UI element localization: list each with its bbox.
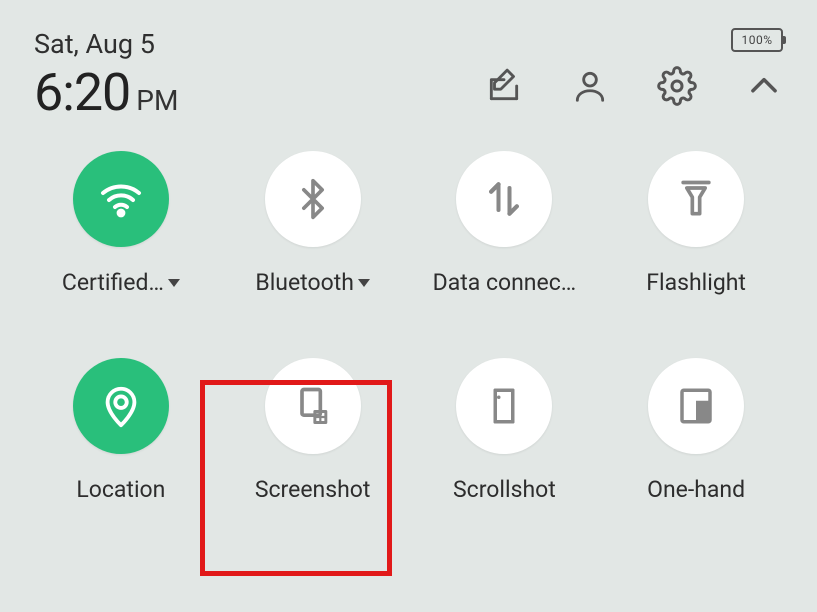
tile-screenshot[interactable]: Screenshot: [226, 358, 400, 503]
time-text: 6:20: [34, 62, 130, 123]
battery-indicator: 100%: [731, 28, 783, 52]
datetime-block: Sat, Aug 5 6:20 PM: [34, 28, 178, 123]
scrollshot-icon[interactable]: [456, 358, 552, 454]
date-text: Sat, Aug 5: [34, 28, 178, 60]
header-action-icons: [485, 66, 783, 106]
tile-onehand[interactable]: One-hand: [609, 358, 783, 503]
screenshot-icon[interactable]: [265, 358, 361, 454]
quick-settings-grid: Certified… Bluetooth Data connec…: [34, 151, 783, 503]
notification-header: Sat, Aug 5 6:20 PM: [34, 28, 783, 123]
ampm-text: PM: [136, 84, 178, 117]
tile-bluetooth-label: Bluetooth: [255, 269, 354, 296]
location-icon[interactable]: [73, 358, 169, 454]
tile-data-label: Data connec…: [433, 269, 577, 296]
tile-wifi-label: Certified…: [62, 269, 164, 296]
time-row: 6:20 PM: [34, 62, 178, 123]
tile-scrollshot-label: Scrollshot: [453, 476, 556, 503]
tile-location-label: Location: [76, 476, 165, 503]
tile-wifi[interactable]: Certified…: [34, 151, 208, 296]
tile-data[interactable]: Data connec…: [418, 151, 592, 296]
chevron-down-icon[interactable]: [358, 279, 370, 287]
tile-bluetooth[interactable]: Bluetooth: [226, 151, 400, 296]
tile-scrollshot[interactable]: Scrollshot: [418, 358, 592, 503]
onehand-icon[interactable]: [648, 358, 744, 454]
wifi-icon[interactable]: [73, 151, 169, 247]
battery-level: 100%: [731, 28, 783, 52]
tile-screenshot-label: Screenshot: [255, 476, 371, 503]
tile-flashlight[interactable]: Flashlight: [609, 151, 783, 296]
edit-icon[interactable]: [485, 67, 523, 105]
tile-flashlight-label: Flashlight: [646, 269, 746, 296]
data-icon[interactable]: [456, 151, 552, 247]
chevron-down-icon[interactable]: [168, 279, 180, 287]
bluetooth-icon[interactable]: [265, 151, 361, 247]
flashlight-icon[interactable]: [648, 151, 744, 247]
tile-onehand-label: One-hand: [647, 476, 745, 503]
chevron-up-icon[interactable]: [745, 67, 783, 105]
tile-location[interactable]: Location: [34, 358, 208, 503]
profile-icon[interactable]: [571, 67, 609, 105]
settings-icon[interactable]: [657, 66, 697, 106]
